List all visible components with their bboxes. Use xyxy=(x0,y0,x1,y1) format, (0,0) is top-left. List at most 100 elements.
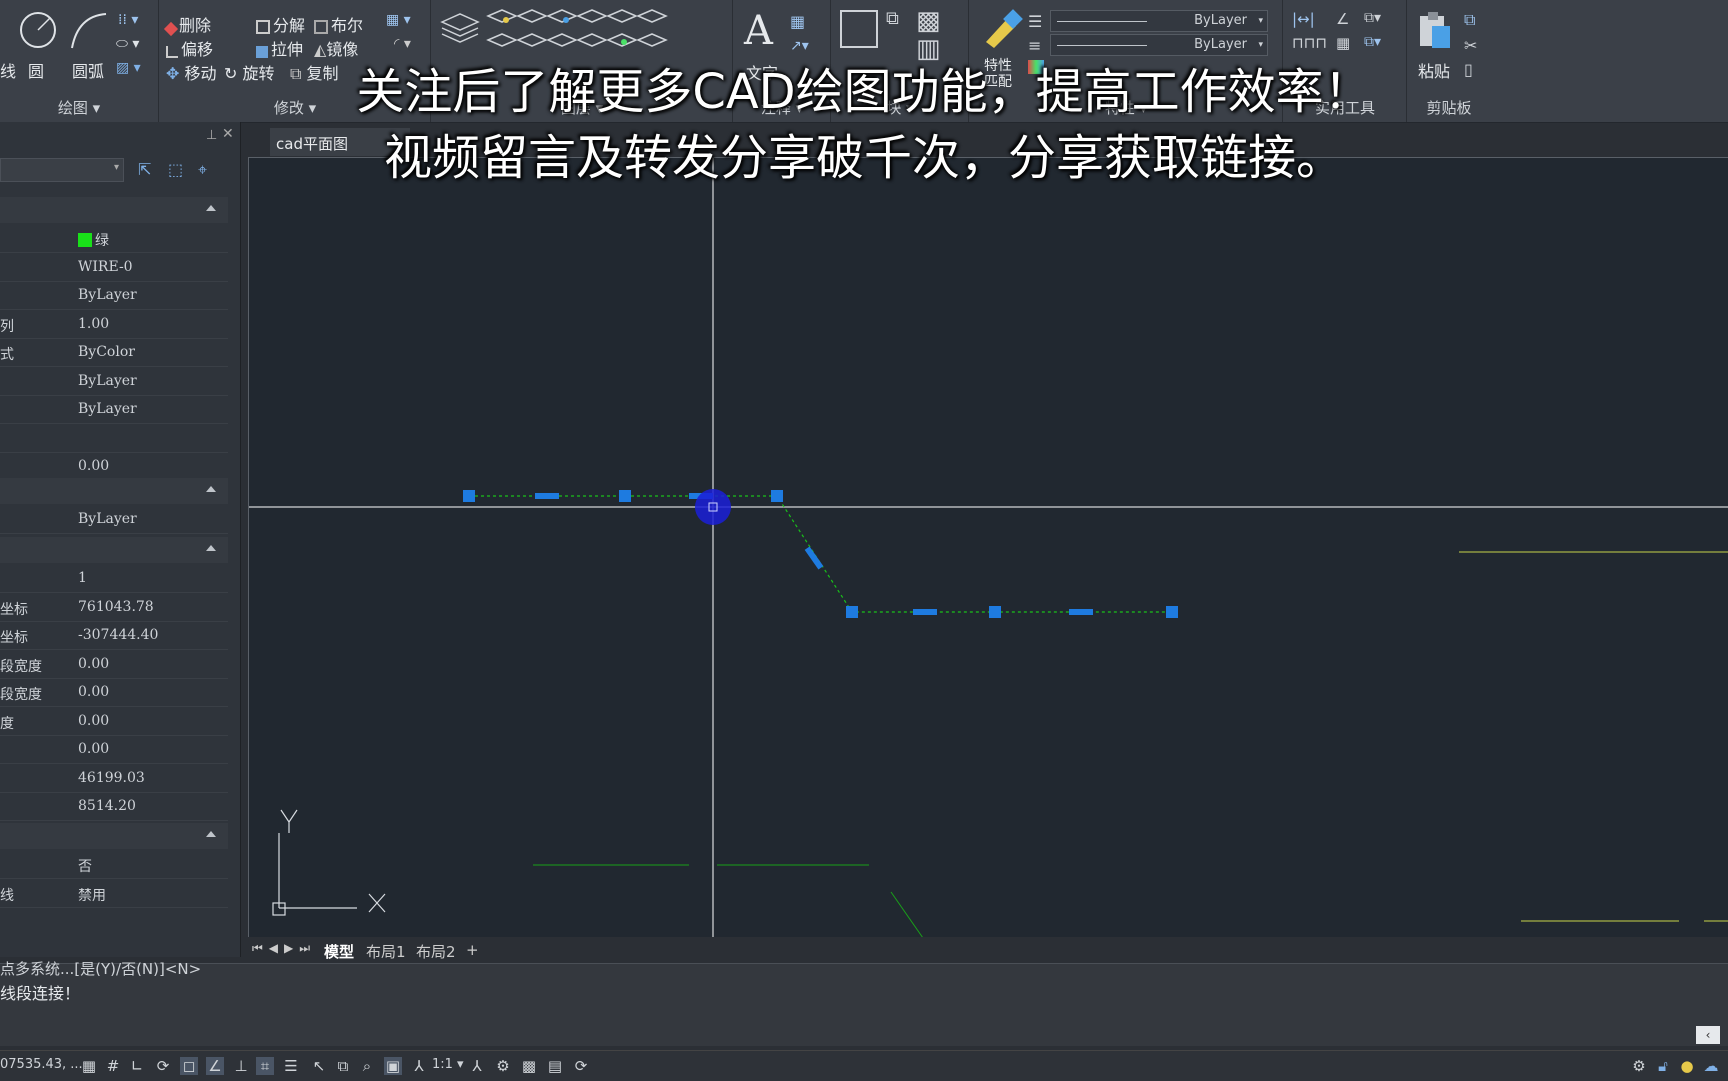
cloud-icon[interactable]: ☁ xyxy=(1702,1057,1720,1075)
table-icon[interactable]: ▦ xyxy=(790,12,805,31)
layer-tools-icons[interactable] xyxy=(438,6,718,58)
property-row[interactable]: 列 1.00 xyxy=(0,311,228,339)
property-row[interactable]: ByLayer xyxy=(0,396,228,424)
tab-layout1[interactable]: 布局1 xyxy=(366,941,406,962)
caret-up-icon xyxy=(206,545,216,551)
dynamic-input-icon[interactable]: ⟳ xyxy=(154,1057,172,1075)
qr-code-icon[interactable]: ▩ xyxy=(916,8,941,34)
grid-dots-icon[interactable]: ⁞⁞ ▾ xyxy=(118,12,138,28)
isodraft-icon[interactable]: ⊥ xyxy=(232,1057,250,1075)
property-row[interactable]: 46199.03 xyxy=(0,765,228,793)
linetype-select[interactable]: ByLayer ▾ xyxy=(1050,10,1268,32)
property-row[interactable]: 线 禁用 xyxy=(0,880,228,908)
gear-icon[interactable]: ⚙ xyxy=(1630,1057,1648,1075)
selection-cycling-icon[interactable]: ↖ xyxy=(310,1057,328,1075)
layer-state-icon[interactable]: ⧉▾ xyxy=(1364,34,1381,50)
annotation-autoscale-icon[interactable]: ⅄ xyxy=(468,1057,486,1075)
match-properties-icon[interactable] xyxy=(980,8,1024,48)
property-row[interactable]: ByLayer xyxy=(0,282,228,310)
ortho-icon[interactable]: ◻ xyxy=(180,1057,198,1075)
property-row[interactable]: 1 xyxy=(0,565,228,593)
cursor-halo xyxy=(695,489,731,525)
circle-icon[interactable] xyxy=(18,10,60,52)
arc-icon[interactable] xyxy=(68,10,110,52)
grip-midpoint xyxy=(535,493,559,499)
linetype-icon: ☰ xyxy=(1028,12,1043,31)
measure-icon[interactable]: |↔| xyxy=(1292,10,1315,28)
tab-add[interactable]: + xyxy=(466,941,479,959)
drawing-canvas[interactable] xyxy=(248,157,1728,939)
viewport-icon[interactable]: ▣ xyxy=(384,1057,402,1075)
grip-midpoint xyxy=(804,546,824,570)
command-scroll-left-button[interactable]: ‹ xyxy=(1696,1026,1720,1044)
property-row[interactable]: 8514.20 xyxy=(0,793,228,821)
property-row[interactable]: 段宽度 0.00 xyxy=(0,651,228,679)
polar-icon[interactable]: ∠ xyxy=(206,1057,224,1075)
ellipse-icon[interactable]: ⬭ ▾ xyxy=(116,36,139,52)
snap-icon[interactable]: ∟ xyxy=(128,1057,146,1075)
layers-toggle-icon[interactable]: ⧉ xyxy=(334,1057,352,1075)
ruler-icon[interactable]: ⊓⊓⊓ xyxy=(1292,34,1327,52)
boolean-tool[interactable]: 布尔 xyxy=(314,12,363,36)
lineweight-toggle-icon[interactable]: ☰ xyxy=(282,1057,300,1075)
model-space-icon[interactable]: ▦ xyxy=(80,1057,98,1075)
block-edit-icon[interactable]: ⧉ xyxy=(886,8,899,29)
property-row[interactable] xyxy=(0,425,228,453)
object-snap-icon[interactable]: ⌗ xyxy=(256,1057,274,1075)
property-row[interactable]: 0.00 xyxy=(0,736,228,764)
grip-vertex xyxy=(619,490,631,502)
quick-select-icon[interactable]: ⧉▾ xyxy=(1364,10,1381,26)
fillet-icon[interactable]: ◜ ▾ xyxy=(394,36,411,52)
annotation-visibility-icon[interactable]: ⅄ xyxy=(410,1057,428,1075)
property-row[interactable]: 段宽度 0.00 xyxy=(0,679,228,707)
selected-polyline[interactable] xyxy=(469,495,1172,613)
grid-icon[interactable]: # xyxy=(104,1057,122,1075)
property-row[interactable]: 0.00 xyxy=(0,453,228,481)
paste-icon[interactable] xyxy=(1416,10,1452,50)
section-misc[interactable] xyxy=(0,823,228,849)
lightbulb-icon[interactable]: ● xyxy=(1678,1057,1696,1075)
property-row[interactable]: 绿 xyxy=(0,225,228,253)
tab-nav-arrows-icon[interactable]: ⏮◀▶⏭ xyxy=(252,941,316,956)
zoom-icon[interactable]: ⌕ xyxy=(358,1057,376,1075)
property-row[interactable]: ByLayer xyxy=(0,368,228,396)
section-visual[interactable] xyxy=(0,478,228,504)
section-general[interactable] xyxy=(0,197,228,223)
green-line[interactable] xyxy=(890,891,924,938)
calculator-icon[interactable]: ▦ xyxy=(1336,34,1350,52)
property-row[interactable]: 度 0.00 xyxy=(0,708,228,736)
copy-clip-icon[interactable]: ⧉ xyxy=(1464,10,1475,30)
refresh-icon[interactable]: ⟳ xyxy=(572,1057,590,1075)
explode-tool[interactable]: 分解 xyxy=(256,12,305,36)
property-value: 46199.03 xyxy=(78,769,145,786)
erase-tool[interactable]: 删除 xyxy=(163,12,211,37)
property-value: WIRE-0 xyxy=(78,258,133,275)
property-row[interactable]: 坐标 -307444.40 xyxy=(0,622,228,650)
isolate-icon[interactable]: ▩ xyxy=(520,1057,538,1075)
property-value: 1.00 xyxy=(78,315,110,332)
insert-block-icon[interactable] xyxy=(840,10,878,48)
properties-toggle-icon[interactable]: ▤ xyxy=(546,1057,564,1075)
lock-icon[interactable]: 🔓︎ xyxy=(1654,1057,1672,1075)
array-icon[interactable]: ▦ ▾ xyxy=(386,12,411,28)
property-key: 线 xyxy=(0,887,14,904)
boolean-icon xyxy=(314,20,328,34)
property-row[interactable]: ByLayer xyxy=(0,506,228,534)
annotation-scale[interactable]: 1:1 ▾ xyxy=(432,1057,464,1072)
workspace-icon[interactable]: ⚙ xyxy=(494,1057,512,1075)
property-row[interactable]: WIRE-0 xyxy=(0,254,228,282)
tab-layout2[interactable]: 布局2 xyxy=(416,941,456,962)
angle-icon[interactable]: ∠ xyxy=(1336,10,1349,28)
property-row[interactable]: 坐标 761043.78 xyxy=(0,594,228,622)
property-value: ByLayer xyxy=(78,287,137,303)
explode-icon xyxy=(256,20,270,34)
property-row[interactable]: 式 ByColor xyxy=(0,339,228,367)
grip-vertex xyxy=(1166,606,1178,618)
drawing-svg[interactable] xyxy=(249,158,1728,938)
command-line[interactable]: 点多系统...[是(Y)/否(N)]<N> 线段连接！ ‹ xyxy=(0,960,1728,1046)
section-geometry[interactable] xyxy=(0,537,228,563)
property-row[interactable]: 否 xyxy=(0,851,228,879)
tab-model[interactable]: 模型 xyxy=(324,941,354,962)
text-icon[interactable]: A xyxy=(744,8,773,54)
grips[interactable] xyxy=(463,490,1178,618)
